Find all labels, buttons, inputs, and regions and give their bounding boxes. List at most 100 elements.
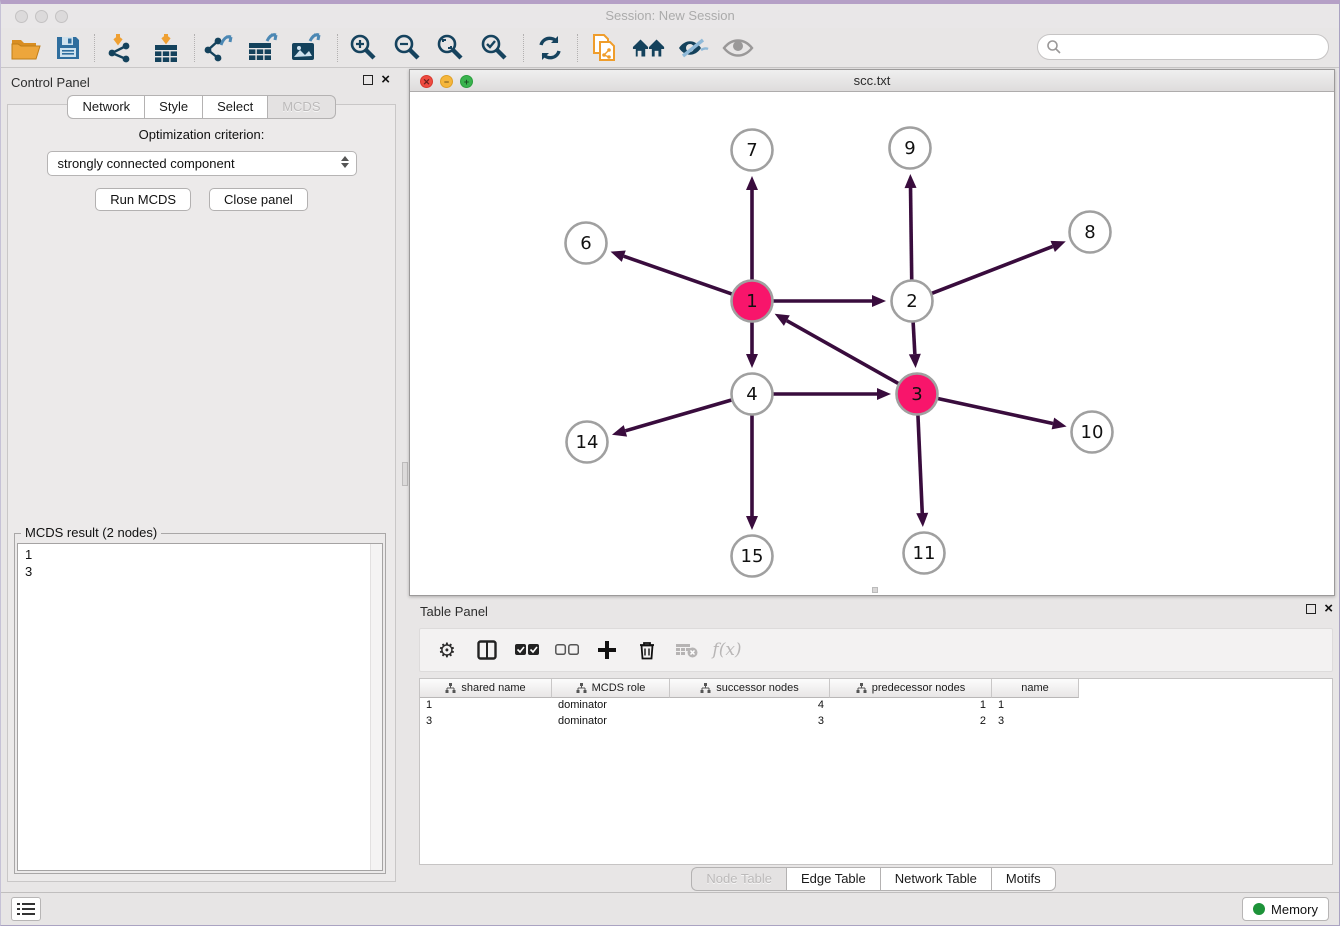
node-label: 4	[746, 384, 757, 405]
edge-4-14[interactable]	[625, 400, 732, 431]
mcds-panel: Optimization criterion: strongly connect…	[7, 104, 396, 882]
splitter-grip[interactable]	[402, 462, 408, 486]
open-folder-icon[interactable]	[9, 32, 43, 64]
node-label: 9	[904, 138, 915, 159]
column-header-predecessor-nodes[interactable]: predecessor nodes	[830, 679, 992, 698]
tab-motifs[interactable]: Motifs	[991, 867, 1056, 891]
function-builder-icon[interactable]: f(x)	[714, 637, 740, 663]
status-bar: Memory	[1, 892, 1339, 925]
table-row[interactable]: 1dominator411	[420, 698, 1332, 714]
edge-1-6[interactable]	[624, 256, 733, 294]
criterion-select[interactable]: strongly connected component	[47, 151, 357, 176]
network-canvas[interactable]: 7968124314101511	[410, 92, 1334, 595]
tab-edge-table[interactable]: Edge Table	[786, 867, 880, 891]
home-views-icon[interactable]	[632, 32, 666, 64]
edge-2-3[interactable]	[913, 321, 915, 354]
edge-3-11[interactable]	[918, 414, 922, 513]
control-panel: Control Panel × NetworkStyleSelectMCDS O…	[1, 69, 402, 886]
table-cell: 1	[830, 698, 992, 714]
edge-3-10[interactable]	[937, 398, 1053, 423]
memory-button[interactable]: Memory	[1242, 897, 1329, 921]
result-scrollbar[interactable]	[370, 544, 382, 870]
edge-2-8[interactable]	[931, 246, 1053, 293]
export-table-icon[interactable]	[246, 32, 280, 64]
view-resize-handle[interactable]	[872, 587, 878, 593]
table-header-row: shared nameMCDS rolesuccessor nodesprede…	[420, 679, 1332, 698]
node-label: 1	[746, 291, 757, 312]
delete-column-icon[interactable]	[634, 637, 660, 663]
import-table-icon[interactable]	[149, 32, 183, 64]
clear-all-checks-icon[interactable]	[554, 637, 580, 663]
run-mcds-button[interactable]: Run MCDS	[95, 188, 191, 211]
add-column-icon[interactable]	[594, 637, 620, 663]
column-mode-icon[interactable]	[474, 637, 500, 663]
search-field[interactable]	[1037, 34, 1329, 60]
table-cell: 4	[670, 698, 830, 714]
table-panel: Table Panel × ⚙ f(x) shared nameMCDS rol…	[406, 598, 1340, 894]
float-table-panel-icon[interactable]	[1306, 604, 1316, 614]
search-input[interactable]	[1062, 40, 1312, 55]
edge-3-1[interactable]	[787, 321, 900, 385]
table-toolbar: ⚙ f(x)	[419, 628, 1333, 672]
zoom-fit-icon[interactable]	[433, 32, 467, 64]
tab-node-table[interactable]: Node Table	[691, 867, 786, 891]
close-table-panel-icon[interactable]: ×	[1324, 604, 1333, 614]
control-panel-tabs: NetworkStyleSelectMCDS	[1, 95, 402, 119]
node-table[interactable]: shared nameMCDS rolesuccessor nodesprede…	[419, 678, 1333, 865]
tab-mcds[interactable]: MCDS	[267, 95, 335, 119]
edge-arrow-icon	[1052, 418, 1067, 430]
edge-arrow-icon	[746, 354, 758, 368]
node-label: 14	[576, 432, 599, 453]
criterion-value: strongly connected component	[58, 156, 235, 171]
show-details-icon[interactable]	[721, 32, 755, 64]
toolbar-separator	[577, 34, 578, 62]
control-panel-title: Control Panel	[11, 75, 90, 90]
window-title: Session: New Session	[1, 8, 1339, 23]
edge-arrow-icon	[612, 425, 627, 437]
close-panel-button[interactable]: Close panel	[209, 188, 308, 211]
import-network-icon[interactable]	[103, 32, 137, 64]
edge-arrow-icon	[746, 176, 758, 190]
tab-network[interactable]: Network	[67, 95, 144, 119]
memory-status-icon	[1253, 903, 1265, 915]
zoom-in-icon[interactable]	[346, 32, 380, 64]
task-history-button[interactable]	[11, 897, 41, 921]
network-graph[interactable]: 7968124314101511	[410, 92, 1334, 595]
node-label: 2	[906, 291, 917, 312]
save-icon[interactable]	[51, 32, 85, 64]
column-header-shared-name[interactable]: shared name	[420, 679, 552, 698]
tab-select[interactable]: Select	[202, 95, 267, 119]
column-header-successor-nodes[interactable]: successor nodes	[670, 679, 830, 698]
table-cell: 3	[420, 714, 552, 730]
tab-style[interactable]: Style	[144, 95, 202, 119]
toolbar-separator	[523, 34, 524, 62]
mcds-result-list[interactable]: 13	[17, 543, 383, 871]
table-panel-title: Table Panel	[420, 604, 488, 619]
column-header-name[interactable]: name	[992, 679, 1079, 698]
node-label: 10	[1081, 422, 1104, 443]
edge-arrow-icon	[877, 388, 891, 400]
delete-table-icon[interactable]	[674, 637, 700, 663]
close-panel-icon[interactable]: ×	[381, 75, 390, 85]
float-panel-icon[interactable]	[363, 75, 373, 85]
refresh-layout-icon[interactable]	[533, 32, 567, 64]
table-cell: 2	[830, 714, 992, 730]
node-label: 8	[1084, 222, 1095, 243]
tab-network-table[interactable]: Network Table	[880, 867, 991, 891]
clone-network-icon[interactable]	[588, 32, 622, 64]
zoom-selected-icon[interactable]	[477, 32, 511, 64]
edge-2-9[interactable]	[911, 188, 912, 281]
edge-arrow-icon	[1051, 241, 1066, 252]
hide-details-icon[interactable]	[676, 32, 710, 64]
edge-arrow-icon	[746, 516, 758, 530]
table-row[interactable]: 3dominator323	[420, 714, 1332, 730]
select-all-checks-icon[interactable]	[514, 637, 540, 663]
column-header-MCDS-role[interactable]: MCDS role	[552, 679, 670, 698]
gear-icon[interactable]: ⚙	[434, 637, 460, 663]
network-window-titlebar[interactable]: ✕ − + scc.txt	[410, 70, 1334, 92]
export-image-icon[interactable]	[289, 32, 323, 64]
search-icon	[1046, 39, 1062, 55]
zoom-out-icon[interactable]	[390, 32, 424, 64]
export-network-icon[interactable]	[203, 32, 237, 64]
main-toolbar	[1, 28, 1339, 68]
